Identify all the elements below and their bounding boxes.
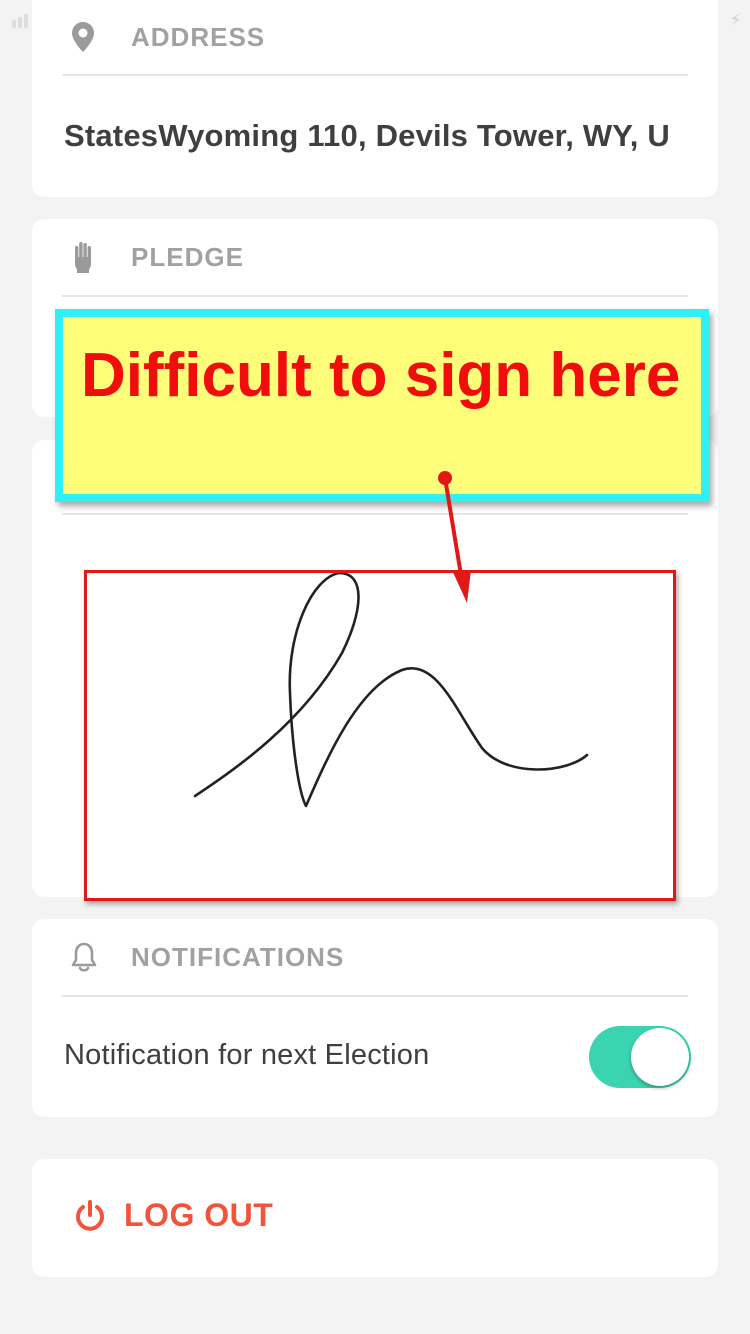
toggle-knob [631, 1028, 689, 1086]
notifications-header: NOTIFICATIONS [62, 919, 688, 997]
address-header: ADDRESS [62, 0, 688, 76]
address-value[interactable]: d StatesWyoming 110, Devils Tower, WY, U [62, 118, 688, 154]
address-title: ADDRESS [131, 21, 266, 52]
pledge-title: PLEDGE [131, 241, 244, 272]
signature-stroke [193, 573, 589, 808]
bell-icon [70, 937, 118, 977]
map-pin-icon [70, 17, 118, 57]
charging-bolt-icon: ⚡ [730, 12, 742, 29]
logout-label: LOG OUT [124, 1197, 274, 1233]
notification-election-toggle[interactable] [589, 1026, 691, 1088]
pledge-header: PLEDGE [62, 219, 688, 297]
power-icon [74, 1199, 106, 1233]
address-card: ADDRESS d StatesWyoming 110, Devils Towe… [32, 0, 718, 197]
logout-card: LOG OUT [32, 1159, 718, 1277]
notification-election-label: Notification for next Election [64, 1039, 430, 1071]
signal-icon [10, 14, 32, 28]
notifications-title: NOTIFICATIONS [131, 941, 345, 972]
signature-pad[interactable] [84, 570, 676, 901]
annotation-callout: Difficult to sign here [55, 309, 709, 502]
raised-hand-icon [70, 237, 118, 277]
notifications-card: NOTIFICATIONS Notification for next Elec… [32, 919, 718, 1117]
logout-button[interactable]: LOG OUT [74, 1197, 273, 1234]
signature-divider [62, 513, 688, 515]
annotation-text: Difficult to sign here [81, 341, 681, 410]
